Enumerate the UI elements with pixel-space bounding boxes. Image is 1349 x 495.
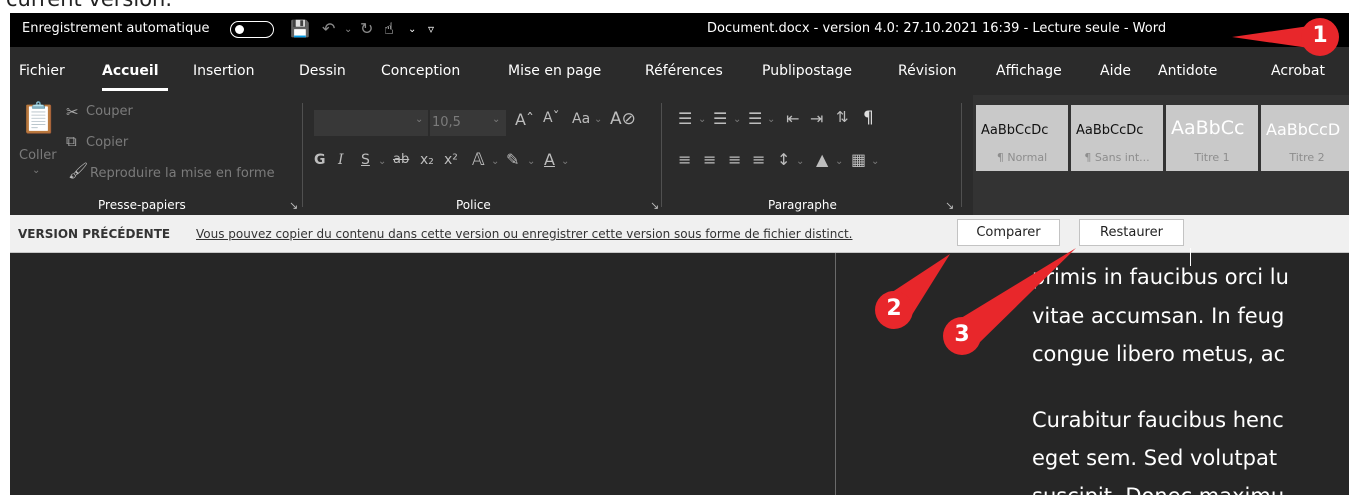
callout-number: 1 — [1312, 23, 1328, 48]
callout-number: 2 — [886, 296, 902, 321]
callout-overlay — [875, 18, 1339, 355]
callout-number: 3 — [954, 322, 970, 347]
